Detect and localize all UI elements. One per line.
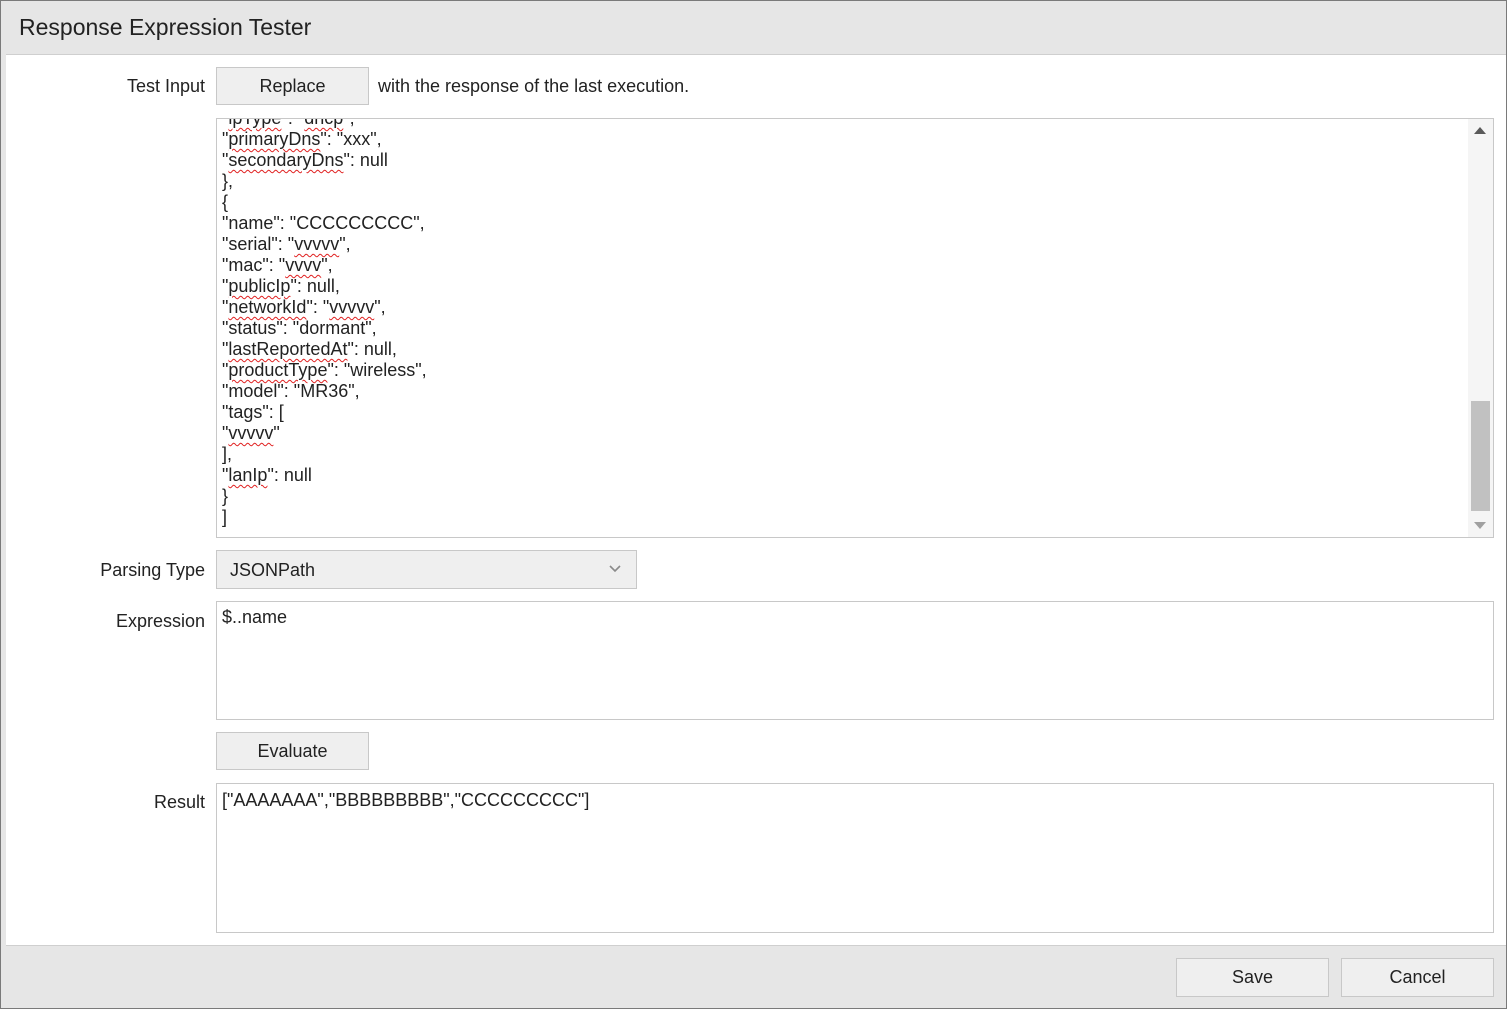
replace-description: with the response of the last execution. [378, 76, 690, 96]
spellcheck-flagged-word: vvvvv [228, 423, 274, 443]
code-text: ": "xxx", [320, 129, 382, 149]
expression-label: Expression [115, 611, 205, 631]
test-input-line: "publicIp": null, [222, 276, 427, 297]
test-input-textarea[interactable]: "ipType": "dhcp", "primaryDns": "xxx", "se… [216, 118, 1494, 538]
test-input-line: ], [222, 444, 427, 465]
spellcheck-flagged-word: vvvvv [294, 234, 340, 254]
spellcheck-flagged-word: vvvvv [329, 297, 375, 317]
spellcheck-flagged-word: secondaryDns [228, 150, 344, 170]
code-text: " [273, 423, 280, 443]
code-text: "status": "dormant", [222, 318, 377, 338]
code-text: ": null, [347, 339, 397, 359]
test-input-line: "networkId": "vvvvv", [222, 297, 427, 318]
code-text: ] [222, 507, 228, 527]
chevron-down-icon [609, 565, 621, 573]
test-input-content: "ipType": "dhcp", "primaryDns": "xxx", "se… [222, 118, 427, 528]
code-text: ": " [306, 297, 330, 317]
test-input-line: }, [222, 171, 427, 192]
test-input-line: "model": "MR36", [222, 381, 427, 402]
result-value: ["AAAAAAA","BBBBBBBBB","CCCCCCCCC"] [222, 790, 590, 810]
code-text: ", [339, 234, 351, 254]
code-text: }, [222, 171, 234, 191]
spellcheck-flagged-word: publicIp [228, 276, 291, 296]
test-input-scrollbar[interactable] [1468, 119, 1493, 537]
test-input-line: "serial": "vvvvv", [222, 234, 427, 255]
code-text: ], [222, 444, 233, 464]
save-button[interactable]: Save [1176, 958, 1329, 997]
dialog-left-edge [1, 1, 6, 1008]
test-input-line: { [222, 192, 427, 213]
test-input-line: "primaryDns": "xxx", [222, 129, 427, 150]
dialog-title: Response Expression Tester [19, 14, 312, 40]
test-input-line: "lanIp": null [222, 465, 427, 486]
code-text: } [222, 486, 229, 506]
test-input-line: "tags": [ [222, 402, 427, 423]
response-expression-tester-dialog: Response Expression Tester Test Input Re… [0, 0, 1507, 1009]
code-text: ": "wireless", [327, 360, 427, 380]
code-text: "name": "CCCCCCCCC", [222, 213, 425, 233]
expression-input[interactable]: $..name [216, 601, 1494, 720]
cancel-button[interactable]: Cancel [1341, 958, 1494, 997]
spellcheck-flagged-word: productType [228, 360, 328, 380]
spellcheck-flagged-word: primaryDns [228, 129, 321, 149]
code-text: "serial": " [222, 234, 295, 254]
scroll-thumb[interactable] [1471, 401, 1490, 511]
replace-button[interactable]: Replace [216, 67, 369, 105]
code-text: ": " [281, 118, 305, 128]
scroll-down-arrow-icon[interactable] [1474, 522, 1486, 529]
test-input-line: "vvvvv" [222, 423, 427, 444]
code-text: ": null [267, 465, 312, 485]
test-input-line: "status": "dormant", [222, 318, 427, 339]
test-input-line: ] [222, 507, 427, 528]
spellcheck-flagged-word: networkId [228, 297, 307, 317]
code-text: "mac": " [222, 255, 286, 275]
test-input-line: "lastReportedAt": null, [222, 339, 427, 360]
code-text: ", [343, 118, 355, 128]
code-text: ", [374, 297, 386, 317]
test-input-line: "secondaryDns": null [222, 150, 427, 171]
spellcheck-flagged-word: lastReportedAt [228, 339, 348, 359]
parsing-type-selected-value: JSONPath [230, 560, 316, 580]
parsing-type-select[interactable]: JSONPath [216, 550, 637, 589]
test-input-line: "productType": "wireless", [222, 360, 427, 381]
code-text: ", [321, 255, 333, 275]
result-label: Result [153, 792, 205, 812]
spellcheck-flagged-word: lanIp [228, 465, 268, 485]
dialog-titlebar: Response Expression Tester [6, 1, 1506, 55]
spellcheck-flagged-word: ipType [228, 118, 282, 128]
code-text: { [222, 192, 229, 212]
code-text: ": null, [290, 276, 340, 296]
spellcheck-flagged-word: vvvv [285, 255, 322, 275]
test-input-line: "mac": "vvvv", [222, 255, 427, 276]
scroll-up-arrow-icon[interactable] [1474, 127, 1486, 134]
expression-value: $..name [222, 607, 288, 627]
spellcheck-flagged-word: dhcp [304, 118, 344, 128]
test-input-line: "ipType": "dhcp", [222, 118, 427, 129]
test-input-label: Test Input [126, 76, 205, 96]
parsing-type-label: Parsing Type [100, 560, 205, 580]
evaluate-button[interactable]: Evaluate [216, 732, 369, 770]
code-text: "tags": [ [222, 402, 284, 422]
code-text: ": null [343, 150, 388, 170]
test-input-line: } [222, 486, 427, 507]
result-output[interactable]: ["AAAAAAA","BBBBBBBBB","CCCCCCCCC"] [216, 783, 1494, 933]
code-text: "model": "MR36", [222, 381, 360, 401]
test-input-line: "name": "CCCCCCCCC", [222, 213, 427, 234]
